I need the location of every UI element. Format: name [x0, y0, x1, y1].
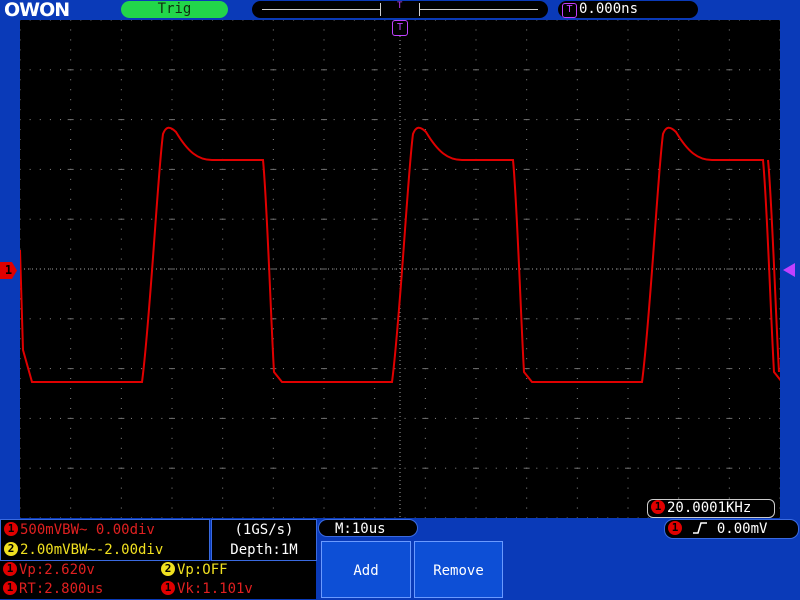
- ch1-badge: 1: [4, 522, 18, 536]
- memory-depth: Depth:1M: [230, 542, 298, 558]
- trigger-settings-readout[interactable]: 1 0.00mV: [664, 519, 799, 539]
- trigger-status-badge: Trig: [121, 1, 228, 18]
- ch2-badge: 2: [161, 562, 175, 576]
- ch1-badge: 1: [3, 562, 17, 576]
- ch1-badge: 1: [3, 581, 17, 595]
- trigger-level-marker-icon[interactable]: [783, 263, 795, 277]
- ch1-waveform: [20, 126, 780, 383]
- ch1-setting: 500mVBW~ 0.00div: [20, 522, 155, 538]
- rising-edge-icon: [693, 522, 708, 534]
- measure-vk-ch1: 1 Vk:1.101v: [158, 580, 253, 599]
- measure-rt-ch1: 1 RT:2.800us: [0, 580, 103, 599]
- top-bar: OWON Trig T T 0.000ns: [0, 0, 800, 20]
- ch2-setting-row[interactable]: 2 2.00mVBW~-2.00div: [1, 540, 209, 560]
- trigger-source-badge: 1: [668, 521, 682, 535]
- trigger-time-marker-icon[interactable]: T: [392, 20, 408, 36]
- sample-rate: (1GS/s): [234, 522, 294, 538]
- measure-vp-ch1-value: Vp:2.620v: [19, 562, 95, 578]
- trigger-position-readout: T 0.000ns: [558, 1, 698, 18]
- timebase-readout[interactable]: M:10us: [318, 519, 418, 537]
- ch1-badge: 1: [161, 581, 175, 595]
- timeline-trigger-marker: T: [397, 1, 403, 11]
- measurement-panel: 1 Vp:2.620v 2 Vp:OFF 1 RT:2.800us 1 Vk:1.101…: [0, 561, 316, 599]
- measure-rt-ch1-value: RT:2.800us: [19, 581, 104, 597]
- acquisition-panel: (1GS/s) Depth:1M: [211, 519, 317, 561]
- ch2-badge: 2: [4, 542, 18, 556]
- ch2-setting: 2.00mVBW~-2.00div: [20, 542, 164, 558]
- measure-vp-ch2: 2 Vp:OFF: [158, 561, 228, 580]
- owon-logo: OWON: [4, 0, 70, 21]
- measure-vp-ch1: 1 Vp:2.620v: [0, 561, 95, 580]
- memory-timeline[interactable]: T: [252, 1, 548, 18]
- frequency-readout: 1 20.0001KHz: [647, 499, 775, 518]
- waveform-display[interactable]: [20, 20, 780, 518]
- add-button[interactable]: Add: [321, 541, 411, 598]
- remove-button[interactable]: Remove: [414, 541, 503, 598]
- ch1-setting-row[interactable]: 1 500mVBW~ 0.00div: [1, 520, 209, 540]
- trigger-position-value: 0.000ns: [579, 1, 639, 17]
- trigger-position-badge: T: [562, 3, 577, 18]
- ch1-badge: 1: [651, 500, 665, 514]
- frequency-value: 20.0001KHz: [667, 500, 752, 516]
- measure-vp-ch2-value: Vp:OFF: [177, 562, 228, 578]
- trigger-level: 0.00mV: [716, 521, 768, 537]
- ch1-trace: [20, 126, 780, 383]
- channel-settings-panel: 1 500mVBW~ 0.00div 2 2.00mVBW~-2.00div: [0, 519, 210, 561]
- measure-vk-ch1-value: Vk:1.101v: [177, 581, 253, 597]
- ch1-offset-marker[interactable]: 1: [0, 262, 17, 279]
